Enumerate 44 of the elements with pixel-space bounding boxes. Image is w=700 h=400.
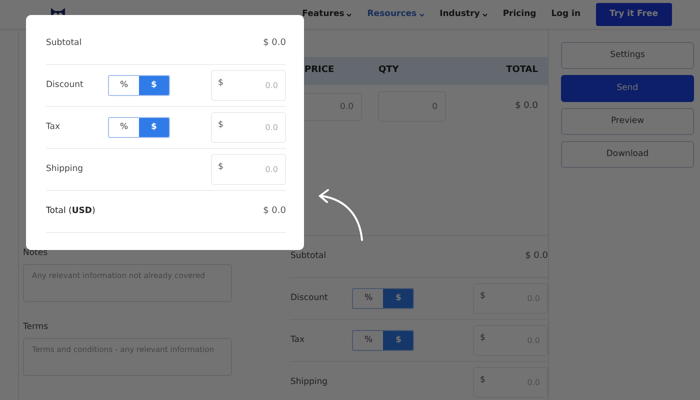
nav-link[interactable]: Log in	[551, 8, 581, 21]
toggle-option[interactable]: $	[139, 118, 169, 137]
adjustment-label: Tax	[290, 334, 306, 347]
total-value: $ 0.0	[263, 204, 286, 218]
action-button[interactable]: Preview	[561, 108, 694, 135]
adjustment-label: Shipping	[46, 163, 84, 176]
type-toggle[interactable]: % $	[108, 75, 170, 96]
curved-arrow	[318, 189, 363, 241]
field-label: Terms	[23, 321, 50, 334]
line-total: $ 0.0	[515, 100, 538, 113]
subtotal-value: $ 0.0	[525, 250, 548, 263]
column-header: PRICE	[304, 64, 336, 78]
nav-link[interactable]: Pricing	[502, 8, 536, 21]
type-toggle[interactable]: % $	[108, 117, 170, 138]
nav-link[interactable]: Industry	[440, 8, 488, 21]
subtotal-label: Subtotal	[290, 250, 326, 263]
adjustment-label: Discount	[46, 79, 84, 92]
currency-symbol: $	[218, 121, 224, 130]
adjustment-label: Shipping	[290, 376, 329, 389]
adjustment-label: Discount	[290, 292, 329, 305]
column-header: QTY	[378, 64, 400, 78]
type-toggle[interactable]: % $	[352, 330, 414, 351]
quantity-field[interactable]: 0	[378, 91, 446, 122]
field-label: Notes	[23, 247, 49, 260]
action-button[interactable]: Send	[561, 75, 694, 102]
nav-link[interactable]: Resources	[367, 8, 425, 21]
toggle-option[interactable]: $	[139, 76, 169, 95]
action-button[interactable]: Download	[561, 141, 694, 168]
toggle-option[interactable]: $	[383, 331, 414, 350]
currency-symbol: $	[218, 163, 224, 172]
toggle-option[interactable]: $	[383, 289, 414, 308]
subtotal-label: Subtotal	[46, 37, 82, 50]
action-button[interactable]: Settings	[561, 42, 694, 69]
subtotal-value: $ 0.0	[263, 36, 286, 50]
currency-symbol: $	[480, 376, 486, 384]
type-toggle[interactable]: % $	[352, 288, 414, 309]
total-label: Total (USD)	[46, 205, 96, 218]
adjustment-label: Tax	[46, 121, 62, 134]
currency-symbol: $	[480, 334, 486, 342]
currency-symbol: $	[218, 79, 224, 88]
nav-link[interactable]: Features	[302, 8, 352, 21]
currency-symbol: $	[480, 292, 486, 300]
column-header: TOTAL	[506, 64, 538, 78]
try-free-button[interactable]: Try it Free	[596, 3, 672, 26]
